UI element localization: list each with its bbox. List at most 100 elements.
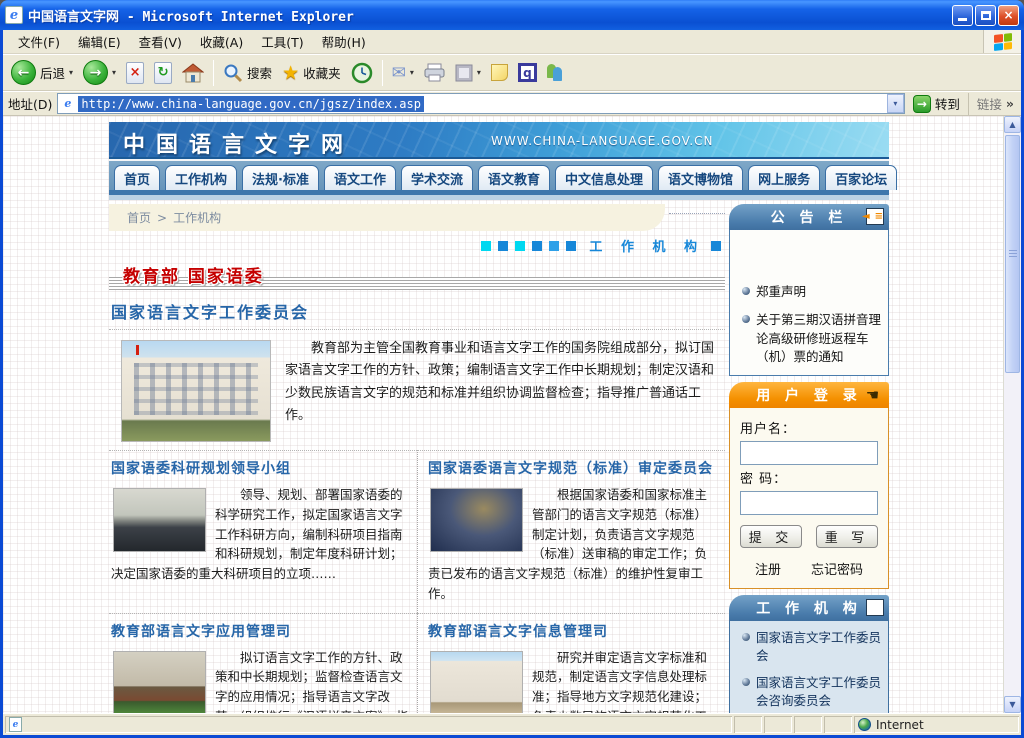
marker-square [566, 241, 576, 251]
search-button[interactable]: 搜索 [219, 60, 276, 86]
page-icon: e [60, 96, 75, 111]
announcements-body: 郑重声明 关于第三期汉语拼音理论高级研修班返程车（机）票的通知 [729, 230, 889, 376]
committee-title: 国家语言文字工作委员会 [111, 299, 725, 323]
back-button[interactable]: ← 后退 ▾ [7, 57, 77, 88]
nav-tab-museum[interactable]: 语文博物馆 [658, 165, 743, 190]
scrollbar-grip-icon [1009, 250, 1017, 258]
nav-tab-education[interactable]: 语文教育 [478, 165, 550, 190]
refresh-button[interactable]: ↻ [150, 59, 176, 87]
announcement-link[interactable]: 郑重声明 [756, 283, 806, 302]
username-field[interactable] [740, 441, 878, 465]
scroll-down-button[interactable]: ▼ [1004, 696, 1021, 713]
site-logo: 中国语言文字网 [123, 127, 354, 159]
org-section-title[interactable]: 国家语委科研规划领导小组 [111, 458, 409, 478]
org-link-item[interactable]: 国家语言文字工作委员会咨询委员会 [734, 674, 884, 709]
site-nav: 首页 工作机构 法规·标准 语文工作 学术交流 语文教育 中文信息处理 语文博物… [109, 159, 889, 190]
print-button[interactable] [420, 60, 449, 85]
orgs-panel: 工 作 机 构 ❐ 国家语言文字工作委员会 [729, 595, 889, 713]
nav-tab-home[interactable]: 首页 [114, 165, 160, 190]
favorites-button[interactable]: ★ 收藏夹 [278, 59, 345, 87]
org-section-title[interactable]: 教育部语言文字信息管理司 [428, 621, 717, 641]
q-tool-button[interactable]: q [514, 60, 541, 85]
go-button[interactable]: → 转到 [910, 93, 963, 114]
browser-chrome: 文件(F) 编辑(E) 查看(V) 收藏(A) 工具(T) 帮助(H) ← 后退… [0, 30, 1024, 738]
back-icon: ← [11, 60, 36, 85]
bullet-icon [742, 287, 750, 295]
notes-button[interactable] [487, 61, 512, 84]
page-done-icon: e [9, 717, 22, 732]
announcement-item[interactable]: 关于第三期汉语拼音理论高级研修班返程车（机）票的通知 [734, 311, 884, 367]
web-page: 中国语言文字网 WWW.CHINA-LANGUAGE.GOV.CN 首页 工作机… [3, 116, 1003, 713]
go-arrow-icon: → [913, 95, 931, 113]
address-bar: 地址(D) e http://www.china-language.gov.cn… [3, 91, 1021, 116]
forward-button[interactable]: → ▾ [79, 57, 120, 88]
org-link-item[interactable]: 国家语言文字工作委员会 [734, 629, 884, 664]
menu-favorites[interactable]: 收藏(A) [191, 29, 252, 54]
edit-dropdown-icon[interactable]: ▾ [477, 68, 481, 77]
password-label: 密 码： [740, 468, 878, 487]
address-dropdown-button[interactable]: ▾ [887, 94, 904, 113]
search-label: 搜索 [247, 63, 272, 82]
address-url-text[interactable]: http://www.china-language.gov.cn/jgsz/in… [78, 96, 424, 112]
announcements-title: 公 告 栏 [771, 207, 848, 227]
address-input[interactable]: e http://www.china-language.gov.cn/jgsz/… [57, 93, 905, 114]
history-icon [351, 62, 373, 84]
breadcrumb-row: 首页 > 工作机构 [109, 204, 725, 234]
announcement-item[interactable]: 郑重声明 [734, 283, 884, 302]
register-link[interactable]: 注册 [755, 559, 781, 578]
menu-tools[interactable]: 工具(T) [252, 29, 312, 54]
org-section-title[interactable]: 国家语委语言文字规范（标准）审定委员会 [428, 458, 717, 478]
org-link[interactable]: 国家语言文字工作委员会 [756, 629, 884, 664]
menu-view[interactable]: 查看(V) [130, 29, 191, 54]
reset-button[interactable]: 重 写 [816, 525, 878, 548]
ministry-heading: 教育部 国家语委 [109, 263, 725, 291]
edit-button[interactable]: ▾ [451, 61, 485, 85]
maximize-button[interactable] [975, 5, 996, 26]
close-button[interactable]: × [998, 5, 1019, 26]
announcement-icon: ◄≡ [866, 208, 884, 225]
ministry-building-photo [121, 340, 271, 442]
links-chevron-icon: » [1006, 96, 1014, 111]
nav-tab-online-service[interactable]: 网上服务 [748, 165, 820, 190]
site-domain: WWW.CHINA-LANGUAGE.GOV.CN [491, 134, 714, 148]
password-field[interactable] [740, 491, 878, 515]
org-section-title[interactable]: 教育部语言文字应用管理司 [111, 621, 409, 641]
stop-button[interactable]: × [122, 59, 148, 87]
scrollbar-thumb[interactable] [1005, 135, 1020, 373]
nav-tab-language-work[interactable]: 语文工作 [324, 165, 396, 190]
section-marker: 工 作 机 构 [109, 236, 721, 255]
intro-block: 教育部为主管全国教育事业和语言文字工作的国务院组成部分，拟订国家语言文字工作的方… [109, 329, 725, 450]
nav-tab-academic[interactable]: 学术交流 [401, 165, 473, 190]
history-button[interactable] [347, 59, 377, 87]
org-section: 教育部语言文字应用管理司 拟订语言文字工作的方针、政策和中长期规划；监督检查语言… [109, 613, 417, 714]
scrollbar-track[interactable] [1004, 133, 1021, 696]
forward-dropdown-icon[interactable]: ▾ [112, 68, 116, 77]
mail-dropdown-icon[interactable]: ▾ [410, 68, 414, 77]
scroll-up-button[interactable]: ▲ [1004, 116, 1021, 133]
back-dropdown-icon[interactable]: ▾ [69, 68, 73, 77]
ie-logo-icon: e [5, 6, 23, 24]
org-link[interactable]: 国家语言文字工作委员会咨询委员会 [756, 674, 884, 709]
messenger-button[interactable] [543, 61, 566, 84]
nav-tab-orgs[interactable]: 工作机构 [165, 165, 237, 190]
forgot-password-link[interactable]: 忘记密码 [811, 559, 863, 578]
dotted-divider [669, 213, 725, 214]
nav-tab-regulations[interactable]: 法规·标准 [242, 165, 319, 190]
menu-help[interactable]: 帮助(H) [313, 29, 375, 54]
announcement-link[interactable]: 关于第三期汉语拼音理论高级研修班返程车（机）票的通知 [756, 311, 884, 367]
nav-tab-info-processing[interactable]: 中文信息处理 [555, 165, 653, 190]
vertical-scrollbar[interactable]: ▲ ▼ [1003, 116, 1021, 713]
breadcrumb-home-link[interactable]: 首页 [127, 209, 151, 226]
browser-window: e 中国语言文字网 - Microsoft Internet Explorer … [0, 0, 1024, 738]
marker-square [481, 241, 491, 251]
submit-button[interactable]: 提 交 [740, 525, 802, 548]
menu-edit[interactable]: 编辑(E) [69, 29, 130, 54]
org-section: 教育部语言文字信息管理司 研究并审定语言文字标准和规范，制定语言文字信息处理标准… [417, 613, 725, 714]
home-button[interactable] [178, 60, 208, 86]
minimize-button[interactable] [952, 5, 973, 26]
links-bar[interactable]: 链接 » [968, 93, 1016, 115]
menu-file[interactable]: 文件(F) [9, 29, 69, 54]
mail-button[interactable]: ✉ ▾ [388, 60, 418, 86]
status-pane [734, 716, 762, 733]
nav-tab-forum[interactable]: 百家论坛 [825, 165, 897, 190]
